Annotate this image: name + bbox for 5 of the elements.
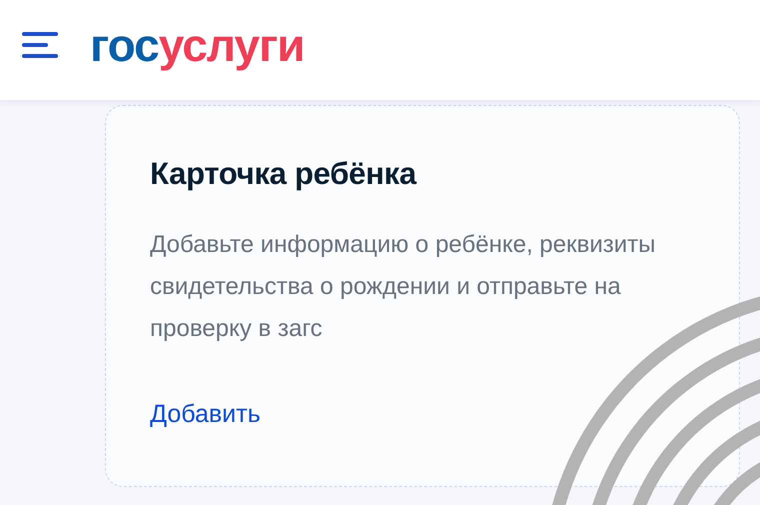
card-description: Добавьте информацию о ребёнке, реквизиты свидетельства о рождении и отправьте на проверку в загс (150, 230, 657, 344)
menu-icon[interactable] (22, 31, 58, 59)
card-title: Карточка ребёнка (150, 155, 418, 193)
add-link[interactable]: Добавить (150, 400, 260, 429)
logo[interactable]: госуслуги (90, 22, 304, 68)
